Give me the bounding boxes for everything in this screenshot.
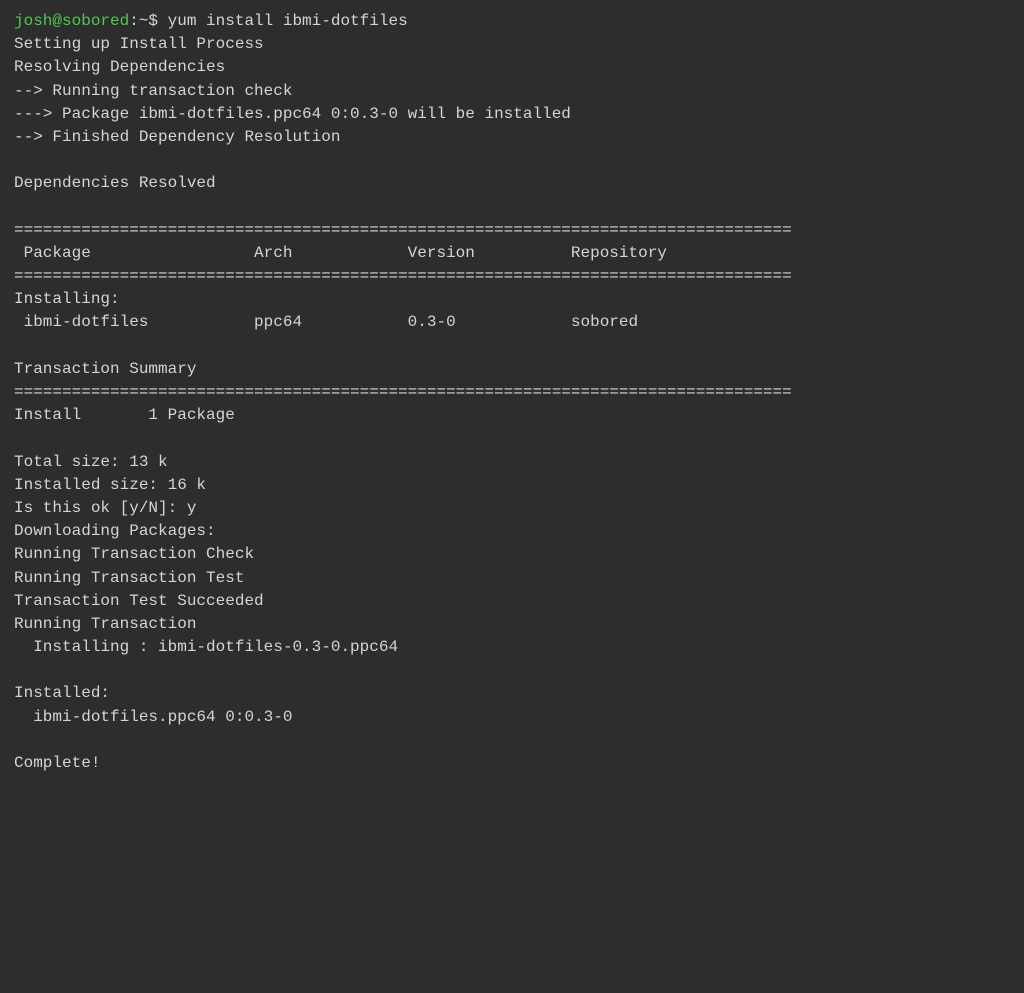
prompt-command: yum install ibmi-dotfiles [168, 12, 408, 30]
install-count: Install 1 Package [14, 404, 1010, 427]
empty-line-06 [14, 729, 1010, 752]
transaction-test-succeeded: Transaction Test Succeeded [14, 590, 1010, 613]
installing-package: Installing : ibmi-dotfiles-0.3-0.ppc64 [14, 636, 1010, 659]
output-line-04: ---> Package ibmi-dotfiles.ppc64 0:0.3-0… [14, 103, 1010, 126]
running-transaction-test: Running Transaction Test [14, 567, 1010, 590]
transaction-summary-label: Transaction Summary [14, 358, 1010, 381]
empty-line-01 [14, 149, 1010, 172]
output-installing-label: Installing: [14, 288, 1010, 311]
empty-line-04 [14, 427, 1010, 450]
terminal-window: josh@sobored:~$ yum install ibmi-dotfile… [14, 10, 1010, 775]
prompt-separator: :~$ [129, 12, 167, 30]
running-transaction: Running Transaction [14, 613, 1010, 636]
separator-line-01: ========================================… [14, 219, 1010, 242]
output-line-05: --> Finished Dependency Resolution [14, 126, 1010, 149]
running-transaction-check: Running Transaction Check [14, 543, 1010, 566]
confirm-prompt: Is this ok [y/N]: y [14, 497, 1010, 520]
separator-line-03: ========================================… [14, 381, 1010, 404]
empty-line-05 [14, 659, 1010, 682]
output-package-row: ibmi-dotfiles ppc64 0.3-0 sobored [14, 311, 1010, 334]
empty-line-02 [14, 196, 1010, 219]
table-header: Package Arch Version Repository [14, 242, 1010, 265]
prompt-line: josh@sobored:~$ yum install ibmi-dotfile… [14, 10, 1010, 33]
downloading-packages: Downloading Packages: [14, 520, 1010, 543]
empty-line-03 [14, 335, 1010, 358]
complete-message: Complete! [14, 752, 1010, 775]
installed-package: ibmi-dotfiles.ppc64 0:0.3-0 [14, 706, 1010, 729]
output-line-07: Dependencies Resolved [14, 172, 1010, 195]
output-line-01: Setting up Install Process [14, 33, 1010, 56]
prompt-user: josh@sobored [14, 12, 129, 30]
installed-size: Installed size: 16 k [14, 474, 1010, 497]
output-line-02: Resolving Dependencies [14, 56, 1010, 79]
installed-label: Installed: [14, 682, 1010, 705]
output-line-03: --> Running transaction check [14, 80, 1010, 103]
total-size: Total size: 13 k [14, 451, 1010, 474]
separator-line-02: ========================================… [14, 265, 1010, 288]
